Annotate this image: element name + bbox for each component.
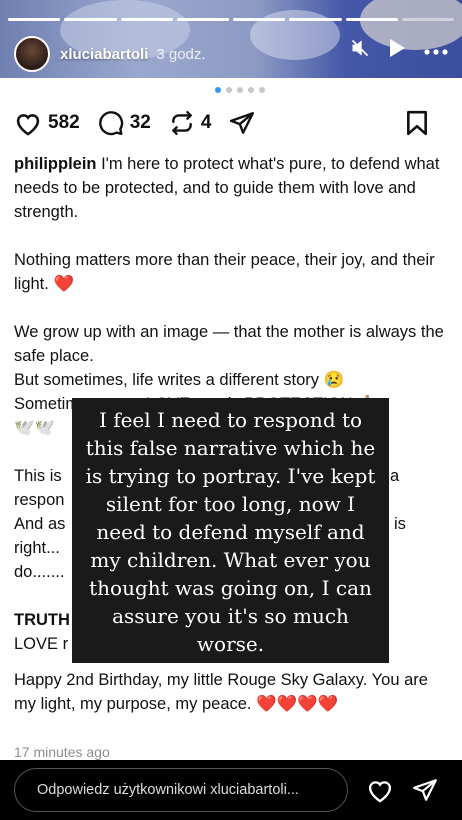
progress-segment — [289, 18, 342, 21]
carousel-dot — [259, 87, 265, 93]
bookmark-icon[interactable] — [406, 110, 428, 136]
avatar[interactable] — [14, 36, 50, 72]
caption-username[interactable]: philipplein — [14, 155, 97, 173]
story-time: 3 godz. — [156, 45, 206, 63]
heart-emoji: ❤️ — [53, 275, 74, 293]
progress-segment — [401, 18, 454, 21]
repost-icon[interactable] — [169, 110, 195, 136]
caption-line: This is — [14, 467, 62, 485]
play-icon[interactable] — [388, 38, 406, 62]
story-user-row[interactable]: xluciabartoli 3 godz. — [14, 34, 206, 74]
progress-segment — [176, 18, 229, 21]
comment-action[interactable]: 32 — [98, 110, 151, 136]
caption-line: We grow up with an image — that the moth… — [14, 323, 444, 365]
repost-count: 4 — [200, 112, 212, 133]
send-icon[interactable] — [412, 777, 438, 808]
comment-icon[interactable] — [98, 110, 124, 136]
carousel-indicator — [215, 87, 265, 93]
caption-line: Happy 2nd Birthday, my little Rouge Sky … — [14, 671, 428, 713]
repost-action[interactable]: 4 — [169, 110, 212, 136]
heart-emoji: ❤️ — [317, 695, 339, 713]
post-actions: 582 32 4 — [14, 108, 446, 138]
progress-segment — [8, 18, 61, 21]
story-header: xluciabartoli 3 godz. — [0, 0, 462, 78]
send-icon[interactable] — [229, 110, 255, 136]
progress-segment — [345, 18, 398, 21]
story-text-overlay: I feel I need to respond to this false n… — [72, 398, 389, 663]
progress-segment — [64, 18, 117, 21]
heart-icon[interactable] — [14, 110, 42, 136]
caption-line: And as — [14, 515, 66, 533]
save-action[interactable] — [406, 110, 428, 136]
caption-line: do....... — [14, 563, 65, 581]
heart-icon[interactable] — [366, 777, 394, 808]
reply-input[interactable]: Odpowiedz użytkownikowi xluciabartoli... — [14, 768, 348, 812]
reply-bar: Odpowiedz użytkownikowi xluciabartoli... — [0, 760, 462, 820]
heart-emoji: ❤️ — [276, 695, 298, 713]
caption-line: respon — [14, 491, 65, 509]
story-username[interactable]: xluciabartoli — [60, 46, 148, 63]
caption-line: TRUTH — [14, 611, 70, 629]
carousel-dot — [215, 87, 221, 93]
caption-line: LOVE r — [14, 635, 69, 653]
more-options-icon[interactable] — [424, 40, 448, 60]
comment-count: 32 — [129, 112, 151, 133]
caption-line: is — [394, 515, 406, 533]
carousel-dot — [237, 87, 243, 93]
share-action[interactable] — [229, 110, 255, 136]
carousel-dot — [248, 87, 254, 93]
caption-line: right... — [14, 539, 60, 557]
post-timestamp: 17 minutes ago — [14, 744, 110, 760]
heart-emoji: ❤️ — [256, 695, 277, 713]
carousel-dot — [226, 87, 232, 93]
heart-emoji: ❤️ — [297, 695, 318, 713]
like-action[interactable]: 582 — [14, 110, 80, 136]
progress-segment — [120, 18, 173, 21]
caption-line: a — [390, 467, 400, 485]
story-controls — [350, 38, 448, 62]
story-progress-bar — [8, 18, 454, 21]
caption-line: Nothing matters more than their peace, t… — [14, 251, 435, 293]
birthday-caption: Happy 2nd Birthday, my little Rouge Sky … — [14, 668, 450, 716]
like-count: 582 — [48, 112, 80, 133]
progress-segment — [233, 18, 286, 21]
caption-line: But sometimes, life writes a different s… — [14, 371, 345, 389]
mute-icon[interactable] — [350, 38, 370, 62]
